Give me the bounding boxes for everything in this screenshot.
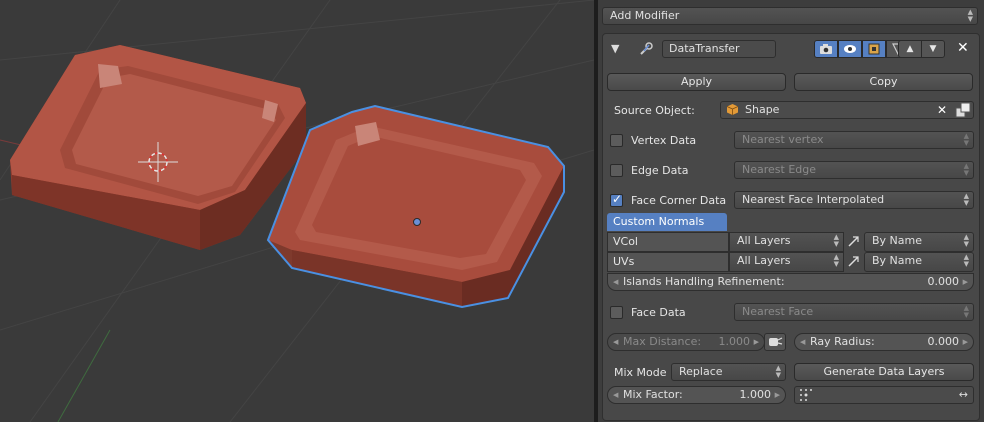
invert-arrows-icon[interactable]: ↔ [959, 387, 968, 403]
move-down-icon[interactable]: ▼ [921, 40, 945, 58]
face-mapping-value: Nearest Face [742, 305, 814, 318]
close-icon[interactable]: ✕ [957, 40, 969, 56]
mix-factor-field[interactable]: ◀ Mix Factor: 1.000 ▶ [607, 386, 786, 404]
dropdown-arrows-icon: ▲ ▼ [963, 253, 969, 268]
mix-mode-label: Mix Mode [614, 366, 667, 379]
source-object-value: Shape [745, 103, 780, 116]
use-max-distance-toggle[interactable] [764, 333, 786, 351]
dropdown-arrows-icon: ▲ ▼ [833, 233, 839, 248]
ray-radius-field[interactable]: ◀ Ray Radius: 0.000 ▶ [794, 333, 974, 351]
add-modifier-dropdown[interactable]: Add Modifier ▲ ▼ [602, 7, 978, 25]
face-data-checkbox[interactable] [610, 306, 623, 319]
islands-value: 0.000 [927, 275, 960, 288]
dropdown-arrows-icon: ▲ ▼ [963, 304, 969, 319]
decrement-arrow-icon: ◀ [613, 391, 619, 399]
uvs-label: UVs [613, 255, 635, 268]
copy-button[interactable]: Copy [794, 73, 973, 91]
max-distance-value: 1.000 [718, 335, 751, 348]
add-modifier-label: Add Modifier [610, 9, 680, 22]
generate-data-layers-button[interactable]: Generate Data Layers [794, 363, 974, 381]
move-up-icon[interactable]: ▲ [898, 40, 922, 58]
collapse-arrow-icon[interactable]: ▼ [611, 41, 619, 57]
apply-button[interactable]: Apply [607, 73, 786, 91]
edge-data-checkbox[interactable] [610, 164, 623, 177]
vertex-mapping-value: Nearest vertex [742, 133, 824, 146]
decrement-arrow-icon: ◀ [613, 338, 619, 346]
dropdown-arrows-icon: ▲ ▼ [775, 364, 781, 379]
decrement-arrow-icon: ◀ [613, 278, 619, 286]
editmode-toggle-icon[interactable] [862, 40, 886, 58]
mix-mode-value: Replace [679, 365, 723, 378]
vcol-layers-dropdown[interactable]: All Layers ▲ ▼ [729, 232, 844, 252]
vertex-data-label: Vertex Data [631, 134, 697, 147]
ray-radius-label: Ray Radius: [810, 335, 875, 348]
3d-viewport[interactable] [0, 0, 594, 422]
increment-arrow-icon: ▶ [774, 391, 780, 399]
custom-normals-toggle[interactable]: Custom Normals [607, 213, 727, 231]
modifier-name-field[interactable]: DataTransfer [662, 40, 776, 58]
face-mapping-dropdown[interactable]: Nearest Face ▲ ▼ [734, 303, 974, 321]
properties-panel: Add Modifier ▲ ▼ ▼ DataTransfer ▲ ▼ ✕ App… [598, 0, 984, 422]
object-cube-icon [726, 103, 739, 121]
increment-arrow-icon: ▶ [753, 338, 759, 346]
increment-arrow-icon: ▶ [962, 338, 968, 346]
vcol-layers-value: All Layers [737, 234, 791, 247]
face-corner-data-checkbox[interactable] [610, 192, 623, 207]
wrench-icon [638, 41, 654, 57]
vertex-mapping-dropdown[interactable]: Nearest vertex ▲ ▼ [734, 131, 974, 149]
source-object-label: Source Object: [614, 104, 695, 117]
increment-arrow-icon: ▶ [962, 278, 968, 286]
max-distance-field[interactable]: ◀ Max Distance: 1.000 ▶ [607, 333, 765, 351]
source-object-field[interactable]: Shape [720, 101, 974, 119]
islands-refinement-slider[interactable]: ◀ Islands Handling Refinement: 0.000 ▶ [607, 273, 974, 291]
dropdown-arrows-icon: ▲ ▼ [963, 233, 969, 248]
dropdown-arrows-icon: ▲ ▼ [963, 132, 969, 147]
distance-hand-icon [769, 337, 783, 346]
decrement-arrow-icon: ◀ [800, 338, 806, 346]
mix-factor-label: Mix Factor: [623, 388, 683, 401]
edge-data-label: Edge Data [631, 164, 689, 177]
render-toggle-camera-icon[interactable] [814, 40, 838, 58]
viewport-scene[interactable] [0, 0, 594, 422]
dropdown-arrows-icon: ▲ ▼ [833, 253, 839, 268]
max-distance-label: Max Distance: [623, 335, 702, 348]
vertex-group-field[interactable]: ↔ [794, 386, 974, 404]
face-data-label: Face Data [631, 306, 686, 319]
arrow-mapping-icon [848, 235, 860, 250]
uvs-toggle[interactable]: UVs [607, 252, 729, 272]
vertex-group-icon [799, 388, 813, 407]
mix-factor-value: 1.000 [739, 388, 772, 401]
arrow-mapping-icon [848, 255, 860, 270]
dropdown-arrows-icon: ▲ ▼ [967, 8, 973, 23]
dropdown-arrows-icon: ▲ ▼ [963, 162, 969, 177]
uvs-layers-dropdown[interactable]: All Layers ▲ ▼ [729, 252, 844, 272]
edge-mapping-value: Nearest Edge [742, 163, 817, 176]
face-corner-mapping-value: Nearest Face Interpolated [742, 193, 885, 206]
viewport-toggle-eye-icon[interactable] [838, 40, 862, 58]
ray-radius-value: 0.000 [927, 335, 960, 348]
object-origin-icon [413, 218, 421, 226]
y-axis-line [57, 329, 111, 422]
face-corner-mapping-dropdown[interactable]: Nearest Face Interpolated ▲ ▼ [734, 191, 974, 209]
islands-label: Islands Handling Refinement: [623, 275, 785, 288]
uvs-layers-value: All Layers [737, 254, 791, 267]
dropdown-arrows-icon: ▲ ▼ [963, 192, 969, 207]
uvs-mapping-dropdown[interactable]: By Name ▲ ▼ [864, 252, 974, 272]
vcol-toggle[interactable]: VCol [607, 232, 729, 252]
vcol-label: VCol [613, 235, 638, 248]
edge-mapping-dropdown[interactable]: Nearest Edge ▲ ▼ [734, 161, 974, 179]
vertex-data-checkbox[interactable] [610, 134, 623, 147]
clear-source-icon[interactable]: ✕ [937, 102, 947, 118]
selected-object[interactable] [266, 104, 565, 309]
face-corner-data-label: Face Corner Data [631, 194, 727, 207]
vcol-mapping-dropdown[interactable]: By Name ▲ ▼ [864, 232, 974, 252]
vcol-mapping-value: By Name [872, 234, 923, 247]
uvs-mapping-value: By Name [872, 254, 923, 267]
mix-mode-dropdown[interactable]: Replace ▲ ▼ [671, 363, 786, 381]
eyedropper-icon[interactable] [955, 102, 971, 121]
